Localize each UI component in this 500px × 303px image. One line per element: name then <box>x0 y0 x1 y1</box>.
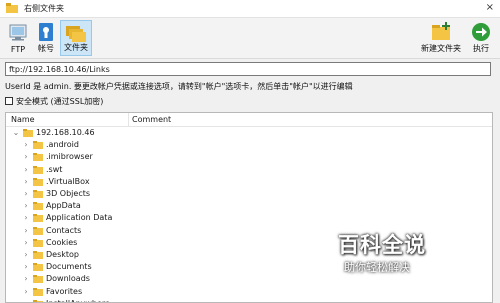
expand-chevron-icon[interactable]: › <box>22 237 30 249</box>
expand-chevron-icon[interactable]: › <box>22 151 30 163</box>
tree-item-label: .VirtualBox <box>46 176 90 186</box>
tree-item-label: InstallAnywhere <box>46 298 110 302</box>
new-folder-icon <box>432 22 450 40</box>
tree-item[interactable]: › .imibrowser <box>6 151 486 163</box>
expand-chevron-icon[interactable]: › <box>22 261 30 273</box>
expand-chevron-icon[interactable]: › <box>22 139 30 151</box>
window-title: 右侧文件夹 <box>24 4 64 13</box>
folder-icon <box>33 202 43 211</box>
folder-tab-button[interactable]: 文件夹 <box>60 20 92 56</box>
account-info-text: UserId 是 admin. 要更改帐户凭据或连接选项，请转到"帐户"选项卡，… <box>5 82 353 91</box>
folder-icon <box>33 251 43 259</box>
folder-icon <box>33 153 43 162</box>
account-icon <box>39 23 53 41</box>
ftp-icon <box>9 24 27 41</box>
tree-item[interactable]: › InstallAnywhere <box>6 298 486 302</box>
tree-item-label: Downloads <box>46 274 90 284</box>
account-button[interactable]: 帐号 <box>34 20 58 56</box>
ssl-option[interactable]: 安全模式 (通过SSL加密) <box>5 96 103 107</box>
folder-icon <box>33 177 43 186</box>
expand-chevron-icon[interactable]: › <box>22 188 30 200</box>
expand-chevron-icon[interactable]: › <box>22 225 30 237</box>
tree-item-label: AppData <box>46 201 81 211</box>
tree-item-label: .imibrowser <box>46 152 93 162</box>
account-label: 帐号 <box>38 44 54 53</box>
column-divider[interactable] <box>128 113 129 126</box>
expand-chevron-icon[interactable]: › <box>22 200 30 212</box>
folders-icon <box>66 26 86 42</box>
tree-item[interactable]: › 3D Objects <box>6 188 486 200</box>
execute-label: 执行 <box>473 44 489 53</box>
app-window: 右侧文件夹 × FTP 帐号 文件夹 新建文件夹 执行 ftp://192.16… <box>0 0 500 303</box>
column-comment-header[interactable]: Comment <box>132 115 171 124</box>
expand-chevron-icon[interactable]: › <box>22 273 30 285</box>
app-folder-icon <box>6 3 18 13</box>
tree-item-label: Contacts <box>46 225 82 235</box>
tree-item-label: .android <box>46 140 79 150</box>
expand-chevron-icon[interactable]: › <box>22 298 30 302</box>
expand-chevron-icon[interactable]: › <box>22 212 30 224</box>
tree-item-label: Cookies <box>46 237 78 247</box>
folder-icon <box>33 238 43 247</box>
title-bar: 右侧文件夹 × <box>0 0 500 18</box>
expand-chevron-icon[interactable]: › <box>22 164 30 176</box>
folder-icon <box>33 263 43 272</box>
tree-item[interactable]: › Favorites <box>6 286 486 298</box>
ssl-checkbox[interactable] <box>5 97 13 105</box>
tree-item-label: Application Data <box>46 213 113 223</box>
address-input[interactable]: ftp://192.168.10.46/Links <box>5 62 491 76</box>
tree-item[interactable]: › .swt <box>6 164 486 176</box>
expand-chevron-icon[interactable]: › <box>22 286 30 298</box>
folder-icon <box>33 141 43 150</box>
watermark-title: 百科全说 <box>338 233 426 257</box>
tree-root-label: 192.168.10.46 <box>36 128 95 137</box>
tree-item-label: 3D Objects <box>46 189 91 198</box>
folder-tab-label: 文件夹 <box>64 43 88 52</box>
collapse-chevron-icon[interactable]: ⌄ <box>12 127 20 139</box>
column-header: Name Comment <box>6 113 492 127</box>
folder-icon <box>33 226 43 235</box>
tree-item-label: Documents <box>46 262 92 272</box>
folder-icon <box>33 165 43 174</box>
close-button[interactable]: × <box>486 2 494 13</box>
tree-item-label: .swt <box>46 164 63 174</box>
ftp-button[interactable]: FTP <box>6 20 30 56</box>
watermark-subtitle: 助你轻松解决 <box>344 261 410 274</box>
new-folder-button[interactable]: 新建文件夹 <box>420 20 462 56</box>
toolbar: FTP 帐号 文件夹 新建文件夹 执行 <box>0 18 500 58</box>
tree-item[interactable]: › Application Data <box>6 212 486 224</box>
expand-chevron-icon[interactable]: › <box>22 176 30 188</box>
tree-item[interactable]: › .VirtualBox <box>6 176 486 188</box>
expand-chevron-icon[interactable]: › <box>22 249 30 261</box>
tree-item-label: Desktop <box>46 250 79 259</box>
folder-icon <box>33 287 43 296</box>
tree-root[interactable]: ⌄ 192.168.10.46 <box>6 127 486 139</box>
folder-icon <box>23 129 33 137</box>
folder-icon <box>33 214 43 223</box>
tree-item[interactable]: › .android <box>6 139 486 151</box>
watermark: 百科全说 助你轻松解决 <box>338 229 458 279</box>
folder-icon <box>33 275 43 284</box>
tree-item-label: Favorites <box>46 286 83 296</box>
ssl-label: 安全模式 (通过SSL加密) <box>16 97 104 106</box>
arrow-right-icon <box>472 23 490 41</box>
ftp-label: FTP <box>10 45 26 54</box>
toolbar-divider <box>0 58 500 59</box>
new-folder-label: 新建文件夹 <box>421 44 461 53</box>
column-name-header[interactable]: Name <box>11 115 35 124</box>
tree-item[interactable]: › AppData <box>6 200 486 212</box>
folder-icon <box>33 190 43 198</box>
execute-button[interactable]: 执行 <box>468 20 494 56</box>
